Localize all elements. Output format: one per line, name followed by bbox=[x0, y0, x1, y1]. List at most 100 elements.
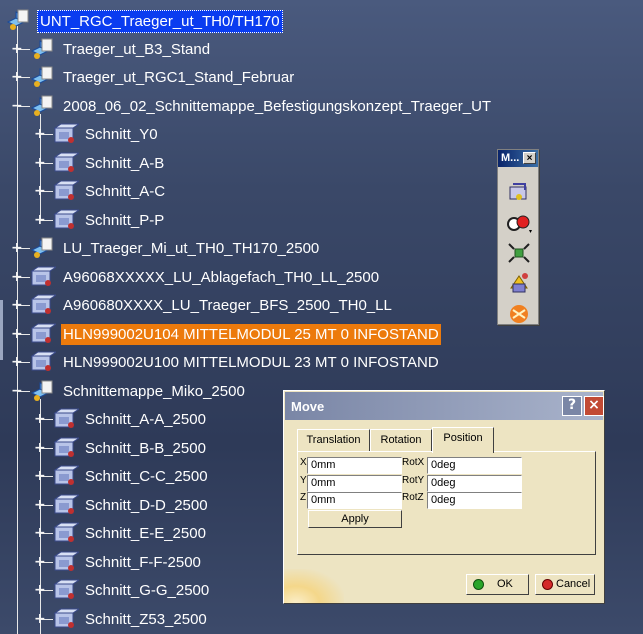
tree-node[interactable]: + HLN999002U100 MITTELMODUL 23 MT 0 INFOS… bbox=[0, 350, 643, 376]
expand-icon[interactable]: + bbox=[34, 469, 46, 483]
tree-node-label: A96068XXXXX_LU_Ablagefach_TH0_LL_2500 bbox=[63, 268, 380, 286]
tree-node[interactable]: + HLN999002U104 MITTELMODUL 25 MT 0 INFOS… bbox=[0, 322, 643, 348]
y-field[interactable]: 0mm bbox=[307, 475, 402, 492]
expand-icon[interactable]: + bbox=[34, 526, 46, 540]
expand-icon[interactable]: + bbox=[34, 127, 46, 141]
rotx-label: RotX bbox=[402, 457, 425, 468]
part-icon bbox=[51, 208, 81, 232]
tree-node-label: UNT_RGC_Traeger_ut_TH0/TH170 bbox=[37, 10, 283, 33]
toolbar-close-icon[interactable]: × bbox=[523, 152, 536, 164]
product-icon bbox=[28, 65, 56, 89]
expand-icon[interactable]: + bbox=[11, 298, 23, 312]
manipulate-icon[interactable] bbox=[505, 180, 533, 206]
ok-icon bbox=[473, 579, 484, 590]
expand-icon[interactable]: + bbox=[11, 327, 23, 341]
tree-node[interactable]: + A960680XXXX_LU_Traeger_BFS_2500_TH0_LL bbox=[0, 293, 643, 319]
part-icon bbox=[51, 179, 81, 203]
collapse-icon[interactable]: − bbox=[11, 99, 23, 113]
tree-node[interactable]: + A96068XXXXX_LU_Ablagefach_TH0_LL_2500 bbox=[0, 265, 643, 291]
tree-node-label: Schnitt_Z53_2500 bbox=[85, 610, 207, 628]
part-icon bbox=[51, 493, 81, 517]
expand-icon[interactable]: + bbox=[34, 612, 46, 626]
tree-node-label: Schnittemappe_Miko_2500 bbox=[63, 382, 245, 400]
dialog-title: Move bbox=[291, 399, 325, 414]
rotz-label: RotZ bbox=[402, 492, 424, 503]
part-icon bbox=[51, 464, 81, 488]
tree-node-label: Schnitt_G-G_2500 bbox=[85, 582, 210, 599]
tree-node-label: HLN999002U104 MITTELMODUL 25 MT 0 INFOST… bbox=[61, 323, 441, 345]
z-field[interactable]: 0mm bbox=[307, 492, 402, 509]
part-icon bbox=[51, 436, 81, 460]
explode-icon[interactable] bbox=[505, 240, 533, 266]
tree-node[interactable]: + Traeger_ut_RGC1_Stand_Februar bbox=[0, 65, 643, 91]
tree-node-label: Schnitt_A-C bbox=[85, 183, 166, 200]
y-label: Y bbox=[300, 475, 307, 486]
tree-node-label: Schnitt_E-E_2500 bbox=[85, 525, 206, 542]
part-icon bbox=[51, 578, 81, 602]
expand-icon[interactable]: + bbox=[11, 355, 23, 369]
tree-node[interactable]: + LU_Traeger_Mi_ut_TH0_TH170_2500 bbox=[0, 236, 643, 262]
tab-rotation[interactable]: Rotation bbox=[370, 429, 432, 452]
expand-icon[interactable]: + bbox=[11, 70, 23, 84]
expand-icon[interactable]: + bbox=[11, 241, 23, 255]
tree-node-label: Schnitt_F-F-2500 bbox=[85, 553, 201, 571]
tree-node[interactable]: + Schnitt_P-P bbox=[0, 208, 643, 234]
tree-node[interactable]: + Schnitt_Z53_2500 bbox=[0, 607, 643, 633]
smart-move-icon[interactable] bbox=[505, 300, 533, 326]
expand-icon[interactable]: + bbox=[11, 42, 23, 56]
tree-node[interactable]: + Schnitt_A-C bbox=[0, 179, 643, 205]
x-field[interactable]: 0mm bbox=[307, 457, 402, 474]
cancel-label: Cancel bbox=[556, 578, 591, 590]
tree-node-label: Traeger_ut_B3_Stand bbox=[63, 40, 211, 58]
expand-icon[interactable]: + bbox=[34, 412, 46, 426]
part-icon bbox=[28, 350, 58, 374]
expand-icon[interactable]: + bbox=[34, 583, 46, 597]
tree-node-label: HLN999002U100 MITTELMODUL 23 MT 0 INFOST… bbox=[63, 354, 439, 371]
expand-icon[interactable]: + bbox=[11, 270, 23, 284]
tree-node[interactable]: + Schnitt_A-B bbox=[0, 151, 643, 177]
dialog-titlebar[interactable]: Move ? × bbox=[285, 392, 604, 420]
product-icon bbox=[28, 94, 56, 118]
apply-button[interactable]: Apply bbox=[308, 510, 402, 528]
collapse-icon[interactable]: − bbox=[11, 384, 23, 398]
move-toolbar: M... × bbox=[497, 149, 539, 325]
tree-node[interactable]: + Schnitt_Y0 bbox=[0, 122, 643, 148]
stop-manipulate-icon[interactable] bbox=[505, 270, 533, 296]
part-icon bbox=[51, 607, 81, 631]
snap-icon[interactable] bbox=[505, 210, 533, 236]
ok-label: OK bbox=[497, 578, 513, 590]
rotz-field[interactable]: 0deg bbox=[427, 492, 522, 509]
expand-icon[interactable]: + bbox=[34, 441, 46, 455]
tree-node-label: Schnitt_B-B_2500 bbox=[85, 439, 206, 457]
cancel-button[interactable]: Cancel bbox=[535, 574, 595, 595]
tab-position[interactable]: Position bbox=[432, 427, 494, 453]
product-icon bbox=[4, 8, 32, 32]
position-panel: X 0mm RotX 0deg Y 0mm RotY 0deg Z 0mm Ro… bbox=[297, 451, 596, 555]
product-icon bbox=[28, 37, 56, 61]
tree-node[interactable]: − 2008_06_02_Schnittemappe_Befestigungsko… bbox=[0, 94, 643, 120]
product-icon bbox=[28, 379, 56, 403]
expand-icon[interactable]: + bbox=[34, 498, 46, 512]
tree-node-label: 2008_06_02_Schnittemappe_Befestigungskon… bbox=[63, 97, 492, 115]
expand-icon[interactable]: + bbox=[34, 555, 46, 569]
tree-node[interactable]: + Traeger_ut_B3_Stand bbox=[0, 37, 643, 63]
tree-node[interactable]: UNT_RGC_Traeger_ut_TH0/TH170 bbox=[0, 8, 643, 34]
roty-field[interactable]: 0deg bbox=[427, 475, 522, 492]
tab-translation[interactable]: Translation bbox=[297, 429, 370, 452]
part-icon bbox=[51, 550, 81, 574]
expand-icon[interactable]: + bbox=[34, 156, 46, 170]
roty-label: RotY bbox=[402, 475, 425, 486]
cancel-icon bbox=[542, 579, 553, 590]
close-icon[interactable]: × bbox=[584, 396, 604, 416]
toolbar-titlebar[interactable]: M... × bbox=[498, 150, 538, 167]
rotx-field[interactable]: 0deg bbox=[427, 457, 522, 474]
x-label: X bbox=[300, 457, 307, 468]
tree-node-label: Schnitt_P-P bbox=[85, 211, 165, 229]
expand-icon[interactable]: + bbox=[34, 213, 46, 227]
ok-button[interactable]: OK bbox=[466, 574, 529, 595]
part-icon bbox=[28, 293, 58, 317]
product-icon bbox=[28, 236, 56, 260]
help-icon[interactable]: ? bbox=[562, 396, 582, 416]
expand-icon[interactable]: + bbox=[34, 184, 46, 198]
tree-node-label: Schnitt_Y0 bbox=[85, 126, 158, 143]
